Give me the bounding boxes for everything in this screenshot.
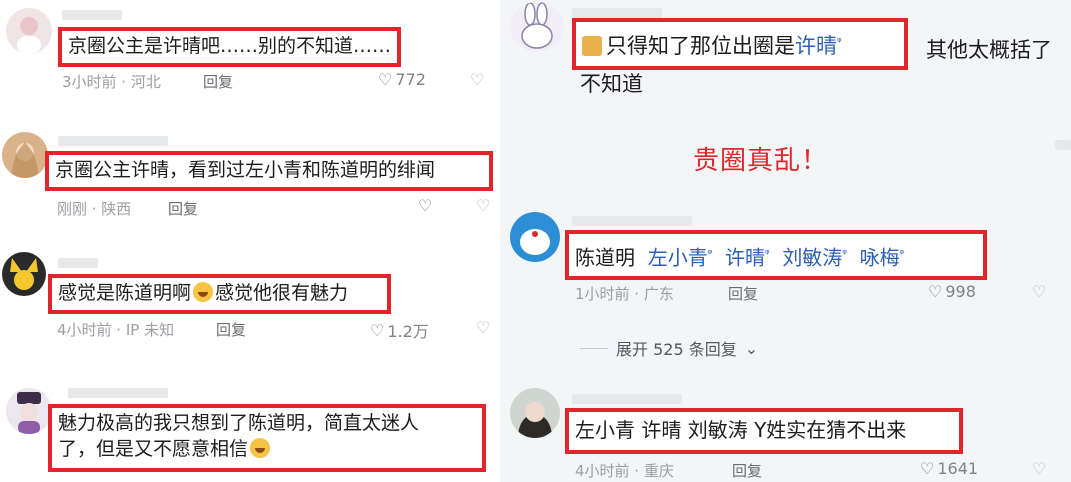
dislike-icon[interactable]: ♡ — [476, 196, 490, 215]
like-button[interactable]: ♡ 772 — [378, 70, 426, 89]
caption-overlay: 贵圈真乱！ — [693, 146, 829, 176]
comment-text-highlighted: 京圈公主是许晴吧……别的不知道…… — [58, 27, 401, 67]
heart-icon: ♡ — [928, 282, 943, 301]
left-comment-panel: 京圈公主是许晴吧……别的不知道…… 3小时前 · 河北 回复 ♡ 772 ♡ 京圈… — [0, 0, 496, 482]
like-button[interactable]: ♡ — [418, 196, 432, 215]
comment-text-part: 感觉他很有魅力 — [215, 282, 349, 304]
search-tag-link[interactable]: 咏梅 — [860, 246, 900, 270]
heart-icon: ♡ — [418, 196, 433, 215]
like-button[interactable]: ♡ 998 — [928, 282, 976, 301]
like-count: 1.2万 — [387, 322, 429, 341]
comment-text-part: 感觉是陈道明啊 — [58, 282, 192, 304]
heart-icon: ♡ — [378, 70, 393, 89]
comment-text-highlighted: 只得知了那位出圈是许晴ᵠ — [572, 18, 908, 70]
like-count: 1641 — [937, 459, 979, 478]
comment-meta: 4小时前 · 重庆 — [575, 462, 674, 480]
laughing-emoji-icon — [193, 282, 214, 302]
comment-text-line2: 不知道 — [580, 72, 643, 96]
comment-text-part: 了，但是又不愿意相信 — [58, 438, 249, 460]
rabbit-avatar-icon[interactable] — [510, 2, 564, 52]
heart-icon: ♡ — [920, 459, 935, 478]
comment-meta: 3小时前 · 河北 — [62, 73, 161, 91]
reply-button[interactable]: 回复 — [728, 283, 758, 304]
search-tag-link[interactable]: 许晴 — [795, 34, 837, 58]
reply-button[interactable]: 回复 — [732, 460, 762, 481]
comment-meta: 1小时前 · 广东 — [575, 285, 674, 303]
laughing-emoji-icon — [250, 438, 271, 458]
comment-text-highlighted: 魅力极高的我只想到了陈道明，简直太迷人 了，但是又不愿意相信 — [48, 404, 486, 472]
comment-text-overflow: 其他太概括了 — [926, 38, 1052, 62]
comment-text-part: 只得知了那位出圈是 — [606, 34, 795, 58]
username-blurred — [62, 10, 122, 20]
woman-avatar-icon[interactable] — [510, 388, 560, 438]
search-tag-link[interactable]: 许晴 — [725, 246, 765, 270]
doraemon-avatar-icon[interactable] — [510, 212, 560, 262]
expand-replies-button[interactable]: 展开 525 条回复 ⌄ — [580, 336, 758, 360]
comment-meta: 4小时前 · IP 未知 — [57, 321, 175, 339]
search-tag-link[interactable]: 左小青 — [648, 246, 708, 270]
character-avatar-icon[interactable] — [2, 252, 46, 296]
dislike-icon[interactable]: ♡ — [1032, 282, 1046, 301]
like-button[interactable]: ♡ 1641 — [920, 459, 978, 478]
heart-icon: ♡ — [370, 320, 385, 340]
username-blurred — [1055, 140, 1071, 150]
like-count: 998 — [945, 282, 976, 301]
username-blurred — [58, 258, 98, 268]
comment-text-highlighted: 左小青 许晴 刘敏涛 Y姓实在猜不出来 — [565, 408, 963, 454]
comment-line: 了，但是又不愿意相信 — [58, 436, 476, 462]
comment-text-highlighted: 京圈公主许晴，看到过左小青和陈道明的绯闻 — [45, 151, 493, 191]
username-blurred — [572, 394, 682, 404]
comment-text-highlighted: 感觉是陈道明啊 感觉他很有魅力 — [48, 274, 391, 314]
comment-lead: 陈道明 — [575, 245, 635, 270]
right-comment-panel: 只得知了那位出圈是许晴ᵠ 其他太概括了 不知道 贵圈真乱！ 陈道明 左小青ᵠ 许… — [500, 0, 1071, 482]
dislike-icon[interactable]: ♡ — [1032, 459, 1046, 478]
search-icon: ᵠ — [837, 35, 842, 48]
comment-text-highlighted: 陈道明 左小青ᵠ 许晴ᵠ 刘敏涛ᵠ 咏梅ᵠ — [565, 230, 987, 280]
username-blurred — [68, 388, 168, 398]
search-icon: ᵠ — [707, 247, 713, 260]
reply-button[interactable]: 回复 — [216, 319, 246, 340]
divider-line — [580, 347, 608, 349]
cat-emoji-icon — [582, 36, 602, 56]
dislike-icon[interactable]: ♡ — [470, 70, 484, 89]
expand-replies-label: 展开 525 条回复 — [616, 340, 737, 359]
comment-meta: 刚刚 · 陕西 — [57, 200, 132, 218]
search-icon: ᵠ — [899, 247, 905, 260]
reply-button[interactable]: 回复 — [203, 71, 233, 92]
girl-avatar-icon[interactable] — [6, 8, 52, 54]
username-blurred — [572, 8, 662, 18]
like-button[interactable]: ♡ 1.2万 — [370, 318, 429, 342]
reply-button[interactable]: 回复 — [168, 198, 198, 219]
costume-avatar-icon[interactable] — [6, 388, 52, 434]
username-blurred — [572, 216, 692, 226]
anime-avatar-icon[interactable] — [2, 132, 48, 178]
username-blurred — [58, 136, 168, 146]
dislike-icon[interactable]: ♡ — [476, 318, 490, 337]
chevron-down-icon: ⌄ — [744, 338, 759, 358]
like-count: 772 — [395, 70, 426, 89]
search-tag-link[interactable]: 刘敏涛 — [782, 246, 842, 270]
search-icon: ᵠ — [842, 247, 847, 260]
search-icon: ᵠ — [765, 247, 770, 260]
comment-line: 魅力极高的我只想到了陈道明，简直太迷人 — [58, 412, 420, 434]
